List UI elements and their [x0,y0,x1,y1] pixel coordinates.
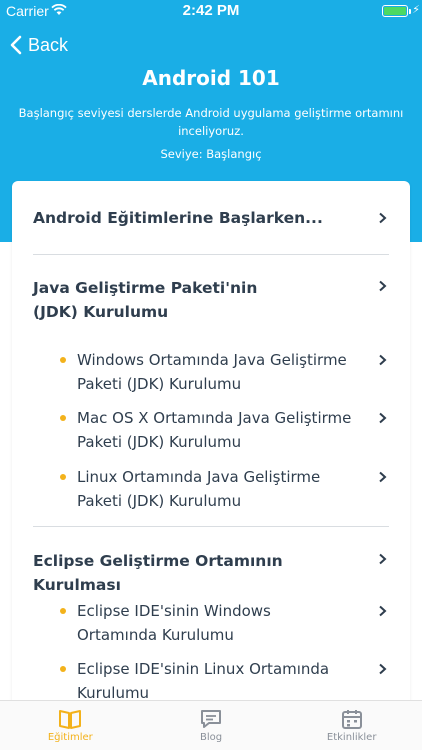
divider [33,254,389,255]
bullet-dot [60,608,66,614]
tab-bar: Eğitimler Blog Etkinlikler [0,700,422,750]
lesson-item-text: Eclipse IDE'sinin Linux Ortamında Kurulu… [77,660,330,702]
lesson-item-jdk-mac[interactable]: Mac OS X Ortamında Java Geliştirme Paket… [33,406,389,454]
chat-icon [201,710,221,728]
lesson-item-label: Linux Ortamında Java Geliştirme Paketi (… [60,465,367,513]
chevron-left-icon [10,35,22,55]
calendar-icon [341,710,362,729]
lesson-item-label: Eclipse IDE'sinin Windows Ortamında Kuru… [60,599,337,647]
lesson-item-text: Linux Ortamında Java Geliştirme Paketi (… [77,468,321,510]
tab-blog[interactable]: Blog [141,701,282,750]
bullet-dot [60,474,66,480]
lesson-section-eclipse[interactable]: Eclipse Geliştirme Ortamının Kurulması [33,549,389,597]
chevron-right-icon [379,605,387,617]
tab-etkinlikler[interactable]: Etkinlikler [281,701,422,750]
back-button[interactable]: Back [10,32,68,58]
chevron-right-icon [379,553,387,565]
bullet-dot [60,666,66,672]
lesson-item-label: Windows Ortamında Java Geliştirme Paketi… [60,348,367,396]
chevron-right-icon [379,354,387,366]
battery-tip [409,9,411,14]
status-bar: Carrier 2:42 PM ⚡ [0,0,422,22]
lesson-item-jdk-windows[interactable]: Windows Ortamında Java Geliştirme Paketi… [33,348,389,396]
section-title: Eclipse Geliştirme Ortamının Kurulması [33,552,283,594]
course-description: Başlangıç seviyesi derslerde Android uyg… [18,106,404,138]
charging-icon: ⚡ [412,3,420,16]
lesson-item-text: Eclipse IDE'sinin Windows Ortamında Kuru… [77,602,271,644]
lesson-item-eclipse-linux[interactable]: Eclipse IDE'sinin Linux Ortamında Kurulu… [33,657,389,705]
course-level: Seviye: Başlangıç [160,147,262,161]
chevron-right-icon [379,471,387,483]
section-title: Java Geliştirme Paketi'nin (JDK) Kurulum… [33,279,258,321]
course-title: Android 101 [142,66,280,90]
lesson-item-label: Eclipse IDE'sinin Linux Ortamında Kurulu… [60,657,337,705]
chevron-right-icon [379,412,387,424]
chevron-right-icon [379,663,387,675]
battery-icon [382,5,408,17]
lesson-item-label: Mac OS X Ortamında Java Geliştirme Paket… [60,406,367,454]
section-title: Android Eğitimlerine Başlarken... [33,209,323,227]
back-button-label: Back [28,34,69,55]
bullet-dot [60,415,66,421]
lesson-section-getting-started[interactable]: Android Eğitimlerine Başlarken... [33,206,389,230]
tab-label: Blog [199,732,223,743]
bullet-dot [60,357,66,363]
lesson-item-eclipse-windows[interactable]: Eclipse IDE'sinin Windows Ortamında Kuru… [33,599,389,647]
chevron-right-icon [379,212,387,224]
status-time: 2:42 PM [182,2,240,19]
chevron-right-icon [379,280,387,292]
book-icon [59,710,82,729]
lesson-section-jdk[interactable]: Java Geliştirme Paketi'nin (JDK) Kurulum… [33,276,389,324]
lesson-item-jdk-linux[interactable]: Linux Ortamında Java Geliştirme Paketi (… [33,465,389,513]
tab-label: Eğitimler [47,732,93,743]
tab-egitimler[interactable]: Eğitimler [0,701,141,750]
lesson-item-text: Windows Ortamında Java Geliştirme Paketi… [77,351,347,393]
lesson-item-text: Mac OS X Ortamında Java Geliştirme Paket… [77,409,352,451]
tab-label: Etkinlikler [326,732,377,743]
divider [33,526,389,527]
